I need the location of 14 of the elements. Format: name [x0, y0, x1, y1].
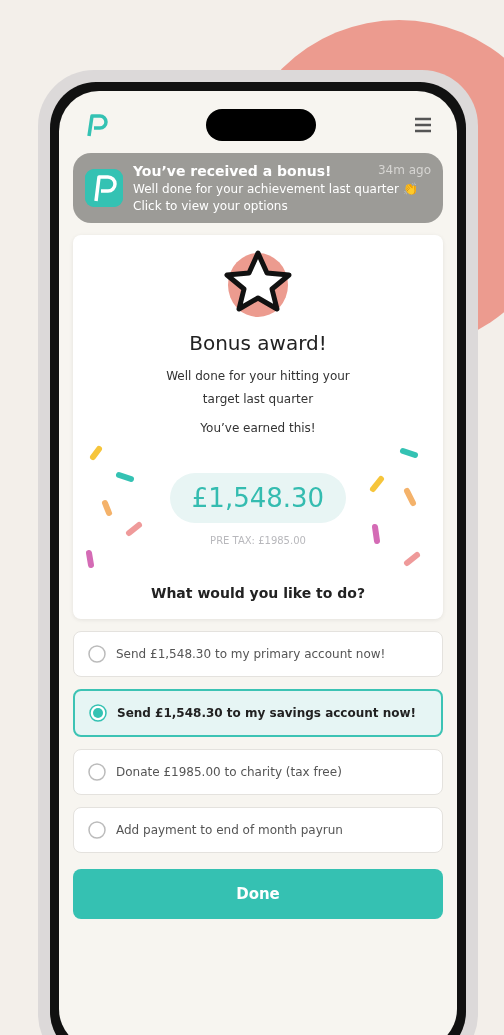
option-item[interactable]: Send £1,548.30 to my primary account now! — [73, 630, 443, 677]
award-message: Well done for your hitting your target last quarter — [165, 368, 351, 408]
pre-tax-amount: PRE TAX: £1985.00 — [210, 535, 306, 547]
notification-hint: Click to view your options — [133, 199, 289, 213]
question-text: What would you like to do? — [150, 584, 366, 601]
amount-pill: £1,548.30 — [169, 473, 347, 524]
option-item[interactable]: Add payment to end of month payrun — [73, 806, 443, 853]
notification-title: You’ve received a bonus! — [133, 163, 332, 179]
award-subtitle: You’ve earned this! — [200, 420, 316, 435]
notification-time: 34m ago — [377, 163, 431, 179]
notification-message: Well done for your achievement last quarter 👏 — [133, 182, 419, 196]
option-item[interactable]: Send £1,548.30 to my savings account now! — [73, 688, 443, 737]
award-title: Bonus award! — [189, 331, 327, 355]
option-item[interactable]: Donate £1985.00 to charity (tax free) — [73, 748, 443, 795]
